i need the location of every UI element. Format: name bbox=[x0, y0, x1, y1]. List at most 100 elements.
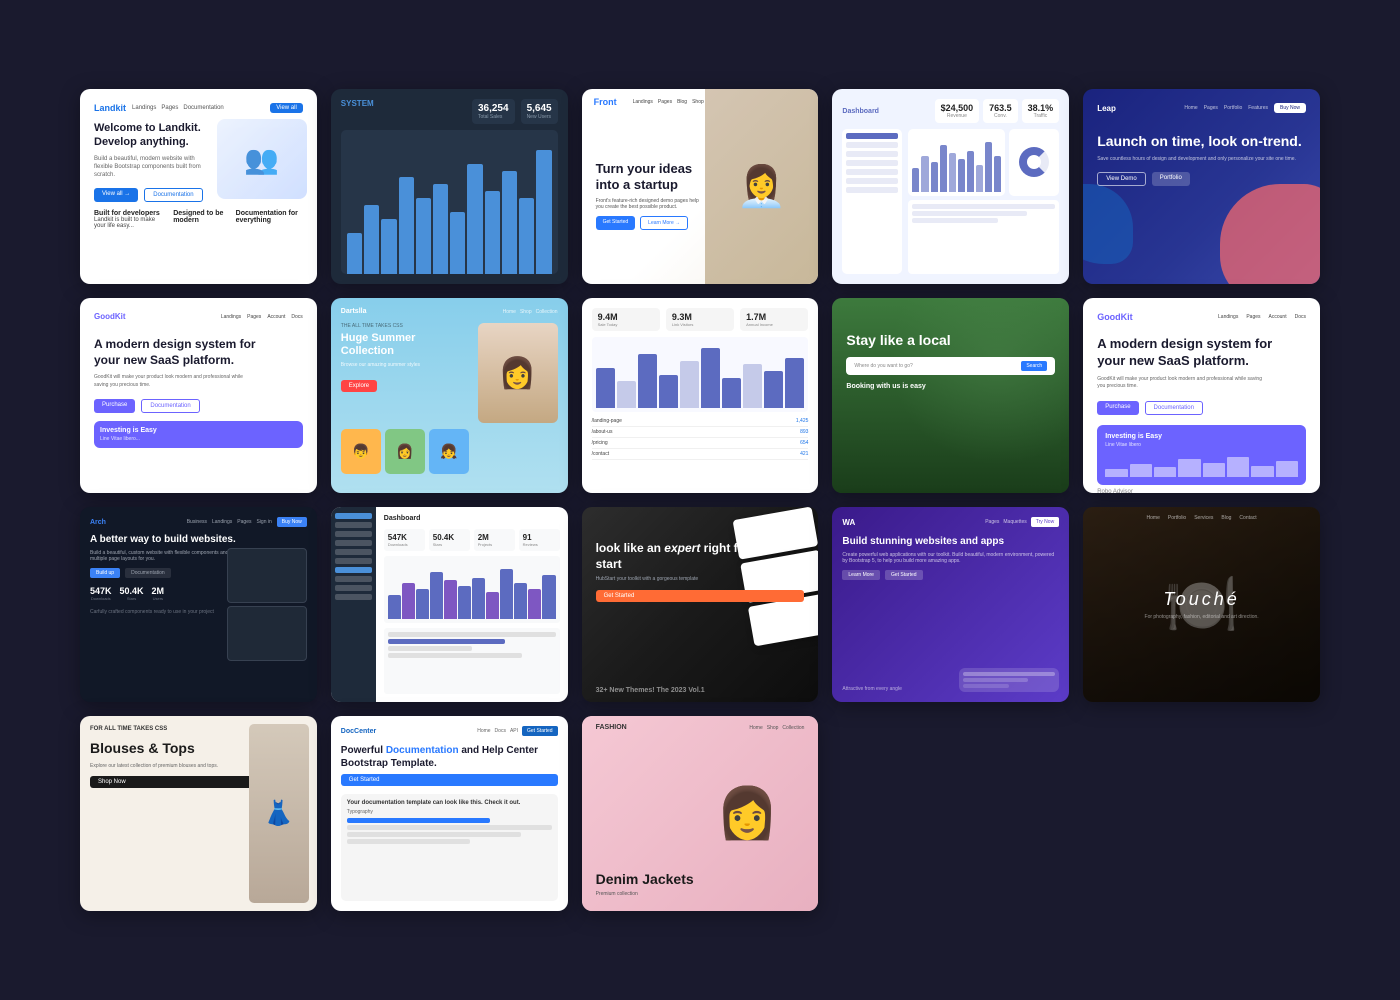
db-num-2: 5,645 bbox=[527, 103, 552, 114]
dw-stat-3: 38.1% Traffic bbox=[1022, 99, 1060, 123]
docs-navbar: DocCenter Home Docs API Get Started bbox=[341, 726, 558, 736]
falcon-stat-1: 547K Downloads bbox=[384, 529, 425, 551]
bar-item bbox=[659, 375, 678, 409]
bar-item bbox=[500, 569, 513, 619]
card-denim[interactable]: FASHION Home Shop Collection 👩 Denim Jac… bbox=[582, 716, 819, 911]
wa-btn1[interactable]: Learn More bbox=[842, 570, 880, 580]
card-dashboard-dark[interactable]: SYSTEM 36,254 Total Sales 5,645 New User… bbox=[331, 89, 568, 284]
card-dashboard-white[interactable]: Dashboard $24,500 Revenue 763.5 Conv. 38… bbox=[832, 89, 1069, 284]
bar-item bbox=[399, 177, 414, 274]
front-btn1[interactable]: Get Started bbox=[596, 216, 636, 230]
bar-item bbox=[528, 589, 541, 618]
card-falcon[interactable]: Dashboard 547K Downloads 50.4K Stars 2M … bbox=[331, 507, 568, 702]
dw-main bbox=[908, 129, 1059, 274]
docs-screen: Your documentation template can look lik… bbox=[341, 794, 558, 901]
donut-circle bbox=[1019, 147, 1049, 177]
card-leap[interactable]: Leap Home Pages Portfolio Features Buy N… bbox=[1083, 89, 1320, 284]
gk-l-btn2[interactable]: Documentation bbox=[1145, 401, 1203, 415]
leap-btn1[interactable]: View Demo bbox=[1097, 172, 1146, 186]
landkit-btn2[interactable]: Documentation bbox=[144, 188, 202, 202]
bar-item bbox=[949, 153, 956, 191]
local-search-bar[interactable]: Where do you want to go? Search bbox=[846, 357, 1055, 375]
wa-nav-1: Pages bbox=[985, 519, 999, 525]
summer-btn[interactable]: Explore bbox=[341, 380, 377, 392]
doc-item-2 bbox=[347, 825, 552, 830]
table-row-2 bbox=[912, 211, 1026, 216]
sidebar-item bbox=[846, 142, 898, 148]
gk-btn2[interactable]: Documentation bbox=[141, 399, 199, 413]
landkit-illustration bbox=[217, 119, 307, 199]
leap-nav-1: Home bbox=[1184, 105, 1197, 111]
search-placeholder: Where do you want to go? bbox=[854, 363, 1017, 369]
card-goodkit-large[interactable]: GoodKit Landings Pages Account Docs A mo… bbox=[1083, 298, 1320, 493]
bar-item bbox=[940, 145, 947, 192]
landkit-btn1[interactable]: View all → bbox=[94, 188, 138, 202]
leap-cta[interactable]: Buy Now bbox=[1274, 103, 1306, 113]
card-summer[interactable]: Dartslla Home Shop Collection THE ALL TI… bbox=[331, 298, 568, 493]
bar-item bbox=[638, 354, 657, 408]
card-blouses[interactable]: FOR ALL TIME TAKES CSS Shop Collection B… bbox=[80, 716, 317, 911]
card-expert[interactable]: look like an expert right from the start… bbox=[582, 507, 819, 702]
docs-screen-title: Your documentation template can look lik… bbox=[347, 800, 552, 806]
expert-btn[interactable]: Get Started bbox=[596, 590, 805, 602]
front-nav: Landings Pages Blog Shop bbox=[633, 99, 704, 105]
gk-btn1[interactable]: Purchase bbox=[94, 399, 135, 413]
invest-bar bbox=[1130, 464, 1152, 477]
bar-item bbox=[958, 159, 965, 191]
leap-nav-4: Features bbox=[1248, 105, 1268, 111]
summer-title: Huge Summer Collection bbox=[341, 332, 470, 358]
leap-btn2[interactable]: Portfolio bbox=[1152, 172, 1190, 186]
arch-screen-2 bbox=[227, 606, 307, 661]
summer-logo: Dartslla bbox=[341, 308, 367, 315]
card-arch[interactable]: Arch Business Landings Pages Sign in Buy… bbox=[80, 507, 317, 702]
card-goodkit-small[interactable]: GoodKit Landings Pages Account Docs A mo… bbox=[80, 298, 317, 493]
nav-item: Landings bbox=[633, 99, 653, 105]
sidebar-item bbox=[846, 160, 898, 166]
dw-num-2: 763.5 bbox=[989, 103, 1012, 113]
bar-item bbox=[430, 572, 443, 619]
front-btn2[interactable]: Learn More → bbox=[640, 216, 688, 230]
card-analytics[interactable]: 9.4M Sale Today 9.3M Link Visitors 1.7M … bbox=[582, 298, 819, 493]
fs-item-8 bbox=[335, 576, 372, 582]
feature-3: Documentation for everything bbox=[236, 210, 303, 229]
goodkit-large-title: A modern design system for your new SaaS… bbox=[1097, 336, 1274, 370]
gk-l-nav-3: Account bbox=[1269, 314, 1287, 320]
card-local[interactable]: Stay like a local Where do you want to g… bbox=[832, 298, 1069, 493]
card-docs[interactable]: DocCenter Home Docs API Get Started Powe… bbox=[331, 716, 568, 911]
docs-btn[interactable]: Get Started bbox=[341, 774, 558, 786]
feature-1: Built for developers Landkit is built to… bbox=[94, 210, 163, 229]
bar-item bbox=[722, 378, 741, 408]
card-landkit[interactable]: Landkit Landings Pages Documentation Vie… bbox=[80, 89, 317, 284]
local-content: Stay like a local Where do you want to g… bbox=[846, 312, 1055, 390]
arch-btn1[interactable]: Build up bbox=[90, 568, 120, 578]
search-btn[interactable]: Search bbox=[1021, 361, 1047, 371]
bar-item bbox=[617, 381, 636, 408]
card-webapps[interactable]: WA Pages Maquettes Try Now Build stunnin… bbox=[832, 507, 1069, 702]
wa-screen-preview bbox=[959, 668, 1059, 692]
table-row-3 bbox=[912, 218, 998, 223]
arch-stat-2: 50.4K Stars bbox=[120, 586, 144, 601]
front-photo bbox=[705, 89, 819, 284]
arch-btn2[interactable]: Documentation bbox=[125, 568, 171, 578]
wa-sub: Create powerful web applications with ou… bbox=[842, 552, 1059, 564]
card-front[interactable]: Front Landings Pages Blog Shop Buy Now T… bbox=[582, 89, 819, 284]
blouses-model: 👗 bbox=[249, 724, 309, 903]
db-stat-2: 5,645 New Users bbox=[521, 99, 558, 124]
gk-l-btn1[interactable]: Purchase bbox=[1097, 401, 1138, 415]
bar-item bbox=[472, 578, 485, 619]
bar-item bbox=[931, 162, 938, 191]
dw-table bbox=[908, 200, 1059, 275]
doc-cta[interactable]: Get Started bbox=[522, 726, 558, 736]
an-stat-1: 9.4M Sale Today bbox=[592, 308, 660, 331]
an-row-1: /landing-page 1,425 bbox=[592, 416, 809, 427]
gallery-container: Landkit Landings Pages Documentation Vie… bbox=[50, 59, 1350, 941]
card-touche[interactable]: 🍽️ Home Portfolio Services Blog Contact … bbox=[1083, 507, 1320, 702]
dw-num-1: $24,500 bbox=[941, 103, 974, 113]
dw-sidebar bbox=[842, 129, 902, 274]
analytics-table: /landing-page 1,425 /about-us 893 /prici… bbox=[592, 416, 809, 483]
wa-btn2[interactable]: Get Started bbox=[885, 570, 923, 580]
wa-navbar: WA Pages Maquettes Try Now bbox=[842, 517, 1059, 527]
tc-nav-4: Blog bbox=[1221, 515, 1231, 521]
wa-cta[interactable]: Try Now bbox=[1031, 517, 1059, 527]
landkit-cta-btn[interactable]: View all bbox=[270, 103, 303, 113]
